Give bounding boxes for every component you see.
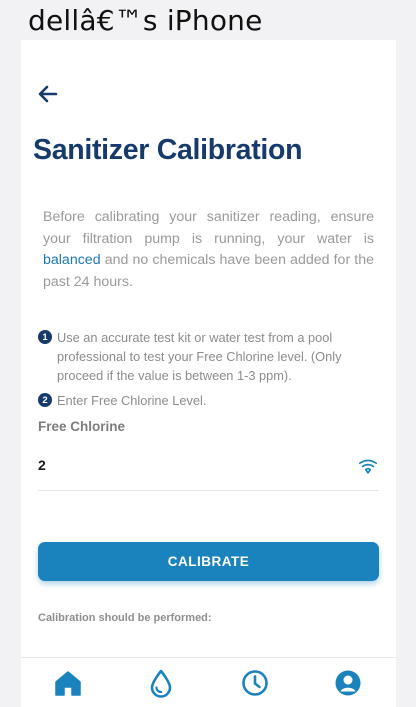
water-drop-icon <box>150 669 172 698</box>
app-screen: Sanitizer Calibration Before calibrating… <box>21 40 396 707</box>
test-strip-icon[interactable] <box>357 455 379 477</box>
calibration-note: Calibration should be performed: <box>38 612 212 624</box>
device-name: dellâ€™s iPhone <box>28 4 263 37</box>
tab-history[interactable] <box>240 668 270 698</box>
calibrate-button[interactable]: CALIBRATE <box>38 542 379 581</box>
arrow-left-icon <box>38 85 58 103</box>
back-button[interactable] <box>36 82 60 106</box>
step-1: 1 Use an accurate test kit or water test… <box>38 328 377 385</box>
tab-home[interactable] <box>53 668 83 698</box>
step-text: Enter Free Chlorine Level. <box>57 393 207 408</box>
intro-text-before: Before calibrating your sanitizer readin… <box>43 209 374 247</box>
free-chlorine-value[interactable]: 2 <box>38 457 46 473</box>
free-chlorine-field[interactable]: 2 <box>38 445 379 491</box>
free-chlorine-label: Free Chlorine <box>38 419 126 434</box>
clock-icon <box>242 670 268 696</box>
step-2: 2 Enter Free Chlorine Level. <box>38 391 377 410</box>
profile-icon <box>335 670 361 696</box>
tab-water[interactable] <box>146 668 176 698</box>
balanced-link[interactable]: balanced <box>43 252 101 268</box>
step-number-badge: 1 <box>38 330 52 344</box>
tab-bar <box>21 657 396 707</box>
page-title: Sanitizer Calibration <box>33 134 303 166</box>
step-text: Use an accurate test kit or water test f… <box>57 330 342 383</box>
tab-profile[interactable] <box>333 668 363 698</box>
intro-text: Before calibrating your sanitizer readin… <box>43 207 374 293</box>
step-number-badge: 2 <box>38 393 52 407</box>
home-icon <box>55 671 81 696</box>
